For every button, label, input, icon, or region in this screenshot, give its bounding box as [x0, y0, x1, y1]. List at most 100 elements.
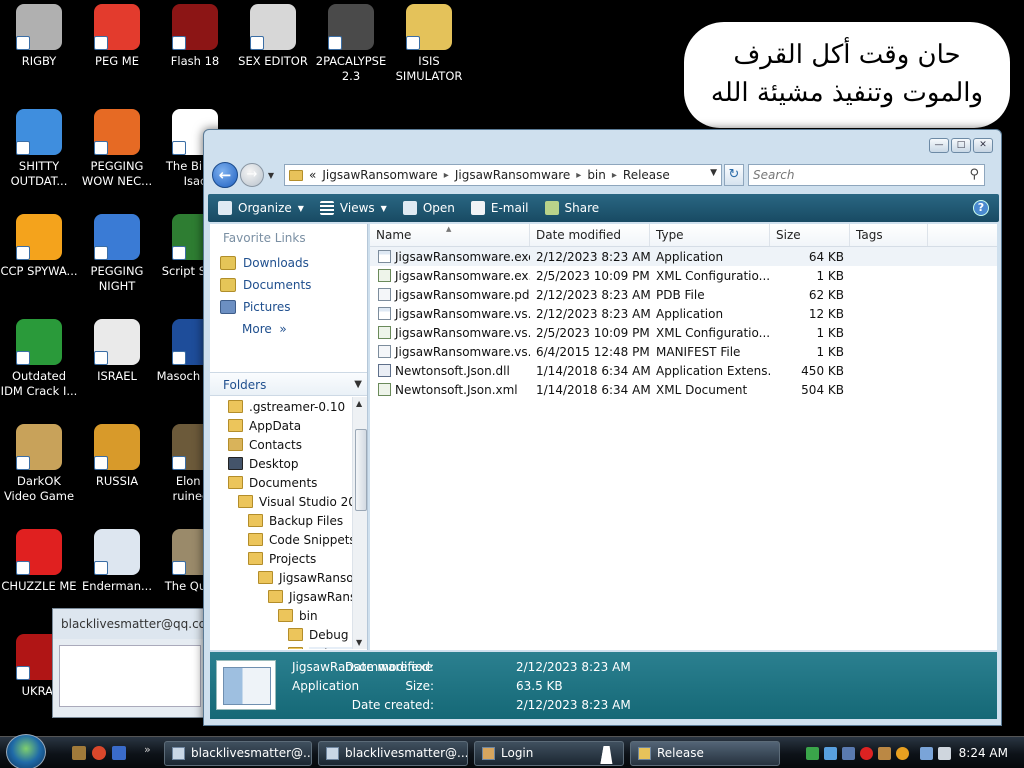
maximize-button[interactable]: □	[951, 138, 971, 153]
taskbar-button-mail-2[interactable]: blacklivesmatter@...	[318, 741, 468, 766]
desktop-icon[interactable]: Outdated IDM Crack I...	[0, 319, 78, 399]
column-header-size[interactable]: Size	[770, 224, 850, 246]
breadcrumb-item[interactable]: bin	[587, 168, 606, 182]
tree-item[interactable]: Visual Studio 201	[210, 492, 352, 511]
close-button[interactable]: ✕	[973, 138, 993, 153]
file-row[interactable]: JigsawRansomware.vs... 2/5/2023 10:09 PM X…	[370, 323, 997, 342]
tray-network-icon[interactable]	[824, 747, 837, 760]
favorite-link-downloads[interactable]: Downloads	[210, 252, 367, 274]
breadcrumb-separator-icon[interactable]: ▸	[612, 170, 617, 181]
forward-button[interactable]: →	[240, 163, 264, 187]
scroll-up-icon[interactable]: ▲	[356, 399, 362, 408]
file-row[interactable]: Newtonsoft.Json.xml 1/14/2018 6:34 AM XML …	[370, 380, 997, 399]
refresh-button[interactable]: ↻	[724, 164, 744, 186]
desktop-icon[interactable]: Enderman...	[78, 529, 156, 594]
background-window[interactable]: blacklivesmatter@qq.com	[52, 608, 218, 718]
favorite-link-documents[interactable]: Documents	[210, 274, 367, 296]
breadcrumb-item[interactable]: JigsawRansomware	[455, 168, 570, 182]
file-row[interactable]: JigsawRansomware.pdb 2/12/2023 8:23 AM PDB…	[370, 285, 997, 304]
column-header-date[interactable]: Date modified	[530, 224, 650, 246]
tree-item[interactable]: JigsawRanso	[210, 568, 352, 587]
file-row[interactable]: JigsawRansomware.exe 2/12/2023 8:23 AM App…	[370, 247, 997, 266]
tree-item[interactable]: Backup Files	[210, 511, 352, 530]
open-button[interactable]: Open	[402, 201, 455, 215]
double-chevron-right-icon: »	[275, 322, 287, 336]
desktop-icon[interactable]: RUSSIA	[78, 424, 156, 489]
clock[interactable]: 8:24 AM	[959, 746, 1008, 760]
tree-item[interactable]: Desktop	[210, 454, 352, 473]
show-desktop-icon[interactable]	[72, 746, 86, 760]
tree-item[interactable]: bin	[210, 606, 352, 625]
file-row[interactable]: JigsawRansomware.vs... 2/12/2023 8:23 AM A…	[370, 304, 997, 323]
tree-item[interactable]: Code Snippets	[210, 530, 352, 549]
search-icon[interactable]: ⚲	[969, 165, 979, 185]
tree-item[interactable]: Release	[210, 644, 352, 649]
tray-search-icon[interactable]	[896, 747, 909, 760]
scroll-down-icon[interactable]: ▼	[356, 638, 362, 647]
switch-windows-icon[interactable]	[112, 746, 126, 760]
taskbar-button-mail-1[interactable]: blacklivesmatter@...	[164, 741, 312, 766]
explorer-window[interactable]: — □ ✕ ← → ▼ « JigsawRansomware ▸ JigsawR…	[203, 129, 1002, 726]
desktop-icon[interactable]: 2PACALYPSE 2.3	[312, 4, 390, 84]
back-button[interactable]: ←	[212, 162, 238, 188]
tray-app-icon[interactable]	[806, 747, 819, 760]
desktop-icon[interactable]: DarkOK Video Game	[0, 424, 78, 504]
breadcrumb-item[interactable]: JigsawRansomware	[322, 168, 437, 182]
breadcrumb-prefix[interactable]: «	[309, 168, 316, 182]
volume-icon[interactable]	[938, 747, 951, 760]
desktop-icon[interactable]: CHUZZLE ME	[0, 529, 78, 594]
tree-item[interactable]: Debug	[210, 625, 352, 644]
email-button[interactable]: E-mail	[470, 201, 529, 215]
desktop-icon[interactable]: ISIS SIMULATOR	[390, 4, 468, 84]
desktop-icon[interactable]: SHITTY OUTDAT...	[0, 109, 78, 189]
file-row[interactable]: Newtonsoft.Json.dll 1/14/2018 6:34 AM Appl…	[370, 361, 997, 380]
search-input[interactable]: Search ⚲	[748, 164, 985, 186]
tray-security-icon[interactable]	[860, 747, 873, 760]
breadcrumb-separator-icon[interactable]: ▸	[576, 170, 581, 181]
desktop-icon[interactable]: ISRAEL	[78, 319, 156, 384]
tree-item[interactable]: AppData	[210, 416, 352, 435]
minimize-button[interactable]: —	[929, 138, 949, 153]
desktop-icon[interactable]: PEGGING WOW NEC...	[78, 109, 156, 189]
organize-button[interactable]: Organize ▼	[218, 201, 304, 215]
desktop-icon[interactable]: CCP SPYWA...	[0, 214, 78, 279]
views-button[interactable]: Views ▼	[319, 201, 387, 215]
desktop-icon-label: ISRAEL	[97, 369, 137, 383]
folder-tree-scrollbar[interactable]: ▲ ▼	[352, 397, 367, 649]
tree-item[interactable]: .gstreamer-0.10	[210, 397, 352, 416]
start-button[interactable]	[6, 734, 46, 768]
tree-item[interactable]: Projects	[210, 549, 352, 568]
tree-item[interactable]: JigsawRans	[210, 587, 352, 606]
desktop-icon[interactable]: SEX EDITOR	[234, 4, 312, 69]
quick-launch-more-icon[interactable]: »	[144, 743, 151, 756]
address-dropdown-icon[interactable]: ▼	[710, 168, 717, 178]
tray-display-icon[interactable]	[920, 747, 933, 760]
breadcrumb-item[interactable]: Release	[623, 168, 670, 182]
folders-header[interactable]: Folders ▼	[210, 372, 367, 396]
tray-link-icon[interactable]	[842, 747, 855, 760]
tree-item-label: Projects	[269, 551, 317, 566]
recent-pages-dropdown[interactable]: ▼	[264, 171, 278, 180]
tray-shield-icon[interactable]	[878, 747, 891, 760]
more-links-button[interactable]: More »	[210, 318, 367, 340]
column-header-name[interactable]: Name ▲	[370, 224, 530, 246]
breadcrumb-separator-icon[interactable]: ▸	[444, 170, 449, 181]
desktop-icon[interactable]: Flash 18	[156, 4, 234, 69]
favorite-link-pictures[interactable]: Pictures	[210, 296, 367, 318]
tree-item[interactable]: Documents	[210, 473, 352, 492]
column-header-tags[interactable]: Tags	[850, 224, 928, 246]
help-button[interactable]: ?	[973, 200, 989, 216]
taskbar-button-release[interactable]: Release	[630, 741, 780, 766]
browser-icon[interactable]	[92, 746, 106, 760]
tree-item[interactable]: Contacts	[210, 435, 352, 454]
desktop-icon[interactable]: PEG ME	[78, 4, 156, 69]
file-name-cell: Newtonsoft.Json.xml	[370, 383, 530, 397]
file-row[interactable]: JigsawRansomware.vs... 6/4/2015 12:48 PM M…	[370, 342, 997, 361]
desktop-icon[interactable]: RIGBY	[0, 4, 78, 69]
share-button[interactable]: Share	[544, 201, 599, 215]
address-bar[interactable]: « JigsawRansomware ▸ JigsawRansomware ▸ …	[284, 164, 722, 186]
file-row[interactable]: JigsawRansomware.ex... 2/5/2023 10:09 PM X…	[370, 266, 997, 285]
desktop-icon[interactable]: PEGGING NIGHT	[78, 214, 156, 294]
scroll-thumb[interactable]	[355, 429, 367, 511]
column-header-type[interactable]: Type	[650, 224, 770, 246]
